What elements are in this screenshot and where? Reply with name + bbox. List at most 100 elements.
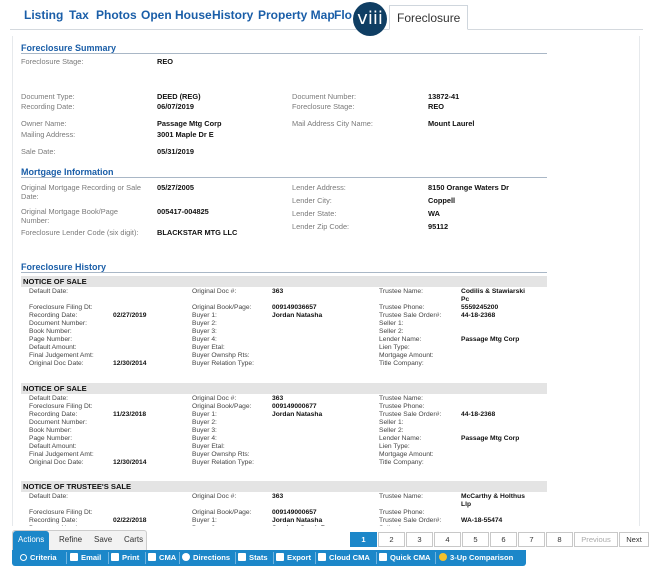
criteria-button[interactable]: Criteria — [20, 553, 57, 562]
document-type-label: Document Type: — [21, 92, 75, 101]
quick-cma-button[interactable]: Quick CMA — [379, 553, 431, 562]
comparison-button[interactable]: 3-Up Comparison — [439, 553, 513, 562]
history-field-label: Book Number: — [29, 427, 72, 434]
print-button[interactable]: Print — [111, 553, 139, 562]
history-field-label: Original Doc #: — [192, 493, 237, 500]
previous-page-button[interactable]: Previous — [574, 532, 618, 547]
history-field-label: Recording Date: — [29, 517, 78, 524]
tab-actions[interactable]: Actions — [13, 531, 50, 551]
history-field-value: 12/30/2014 — [113, 360, 147, 367]
history-field-label: Page Number: — [29, 435, 73, 442]
history-record-heading: NOTICE OF SALE — [21, 383, 547, 394]
page-button-6[interactable]: 6 — [490, 532, 517, 547]
cloud-cma-button[interactable]: Cloud CMA — [318, 553, 370, 562]
history-field-label: Document Number: — [29, 419, 87, 426]
tab-open-house[interactable]: Open House — [141, 8, 212, 22]
page-button-2[interactable]: 2 — [378, 532, 405, 547]
tab-refine[interactable]: Refine — [59, 535, 82, 544]
history-field-label: Mortgage Amount: — [379, 352, 434, 359]
directions-icon — [182, 553, 190, 561]
history-field-label: Buyer 4: — [192, 336, 217, 343]
history-field-label: Buyer Ownshp Rts: — [192, 352, 250, 359]
history-field-label: Trustee Phone: — [379, 509, 425, 516]
cma-button[interactable]: CMA — [148, 553, 176, 562]
export-icon — [276, 553, 284, 561]
history-field-label: Final Judgement Amt: — [29, 451, 94, 458]
history-field-label: Original Book/Page: — [192, 509, 252, 516]
section-title-foreclosure-history: Foreclosure History — [21, 262, 107, 272]
stats-button[interactable]: Stats — [238, 553, 268, 562]
tab-carts[interactable]: Carts — [124, 535, 143, 544]
section-divider — [21, 272, 547, 273]
owner-name-value: Passage Mtg Corp — [157, 119, 222, 128]
history-field-label: Seller 1: — [379, 419, 404, 426]
history-field-label: Mortgage Amount: — [379, 451, 434, 458]
email-button[interactable]: Email — [70, 553, 101, 562]
tab-property-map[interactable]: Property Map — [258, 8, 335, 22]
history-field-label: Trustee Name: — [379, 395, 423, 402]
history-field-label: Recording Date: — [29, 312, 78, 319]
history-field-value: Pc — [461, 296, 470, 303]
history-field-value: 44-18-2368 — [461, 312, 496, 319]
history-field-label: Buyer 1: — [192, 411, 217, 418]
history-field-label: Seller 1: — [379, 320, 404, 327]
page-button-5[interactable]: 5 — [462, 532, 489, 547]
history-field-value: Jordan Natasha — [272, 312, 323, 319]
history-field-value: 363 — [272, 288, 284, 295]
history-field-label: Buyer 2: — [192, 419, 217, 426]
page-button-3[interactable]: 3 — [406, 532, 433, 547]
stats-icon — [238, 553, 246, 561]
lender-address-label: Lender Address: — [292, 183, 346, 192]
action-separator — [376, 552, 377, 564]
section-title-mortgage-information: Mortgage Information — [21, 167, 114, 177]
history-field-label: Title Company: — [379, 360, 424, 367]
email-icon — [70, 553, 78, 561]
history-field-label: Original Doc #: — [192, 288, 237, 295]
history-field-value: 12/30/2014 — [113, 459, 147, 466]
tab-photos[interactable]: Photos — [96, 8, 137, 22]
mailing-address-value: 3001 Maple Dr E — [157, 130, 214, 139]
lender-city-value: Coppell — [428, 196, 456, 205]
export-button[interactable]: Export — [276, 553, 311, 562]
history-field-label: Lien Type: — [379, 443, 410, 450]
page-button-4[interactable]: 4 — [434, 532, 461, 547]
original-mortgage-book-value: 005417-004825 — [157, 207, 209, 216]
section-divider — [21, 53, 547, 54]
tab-flood[interactable]: Flo — [334, 8, 352, 22]
history-field-value: 009149036657 — [272, 304, 317, 311]
history-field-value: Passage Mtg Corp — [461, 336, 520, 343]
original-mortgage-book-label: Original Mortgage Book/Page Number: — [21, 207, 118, 225]
tab-listing[interactable]: Listing — [24, 8, 63, 22]
history-field-label: Buyer Etal: — [192, 344, 225, 351]
directions-button[interactable]: Directions — [182, 553, 230, 562]
tab-history[interactable]: History — [212, 8, 253, 22]
history-field-value: Jordan Natasha — [272, 517, 323, 524]
history-field-label: Final Judgement Amt: — [29, 352, 94, 359]
action-separator — [235, 552, 236, 564]
history-field-label: Original Doc Date: — [29, 459, 84, 466]
history-field-label: Document Number: — [29, 320, 87, 327]
bottom-toolbar: Actions Refine Save Carts Criteria Email… — [0, 526, 657, 567]
history-field-label: Buyer 3: — [192, 328, 217, 335]
action-separator — [108, 552, 109, 564]
page-button-1[interactable]: 1 — [350, 532, 377, 547]
action-separator — [145, 552, 146, 564]
history-field-label: Trustee Name: — [379, 288, 423, 295]
tab-foreclosure[interactable]: Foreclosure — [389, 5, 469, 30]
history-field-label: Seller 2: — [379, 328, 404, 335]
lender-zip-label: Lender Zip Code: — [292, 222, 350, 231]
lender-code-value: BLACKSTAR MTG LLC — [157, 228, 238, 237]
history-field-label: Trustee Phone: — [379, 403, 425, 410]
history-field-value: 363 — [272, 395, 284, 402]
mail-city-value: Mount Laurel — [428, 119, 475, 128]
history-field-label: Trustee Sale Order#: — [379, 312, 442, 319]
tab-save[interactable]: Save — [94, 535, 112, 544]
history-field-label: Lender Name: — [379, 336, 422, 343]
history-field-value: Jordan Natasha — [272, 411, 323, 418]
next-page-button[interactable]: Next — [619, 532, 649, 547]
page-button-7[interactable]: 7 — [518, 532, 545, 547]
lender-state-label: Lender State: — [292, 209, 337, 218]
history-field-label: Buyer Relation Type: — [192, 459, 254, 466]
tab-tax[interactable]: Tax — [69, 8, 89, 22]
page-button-8[interactable]: 8 — [546, 532, 573, 547]
